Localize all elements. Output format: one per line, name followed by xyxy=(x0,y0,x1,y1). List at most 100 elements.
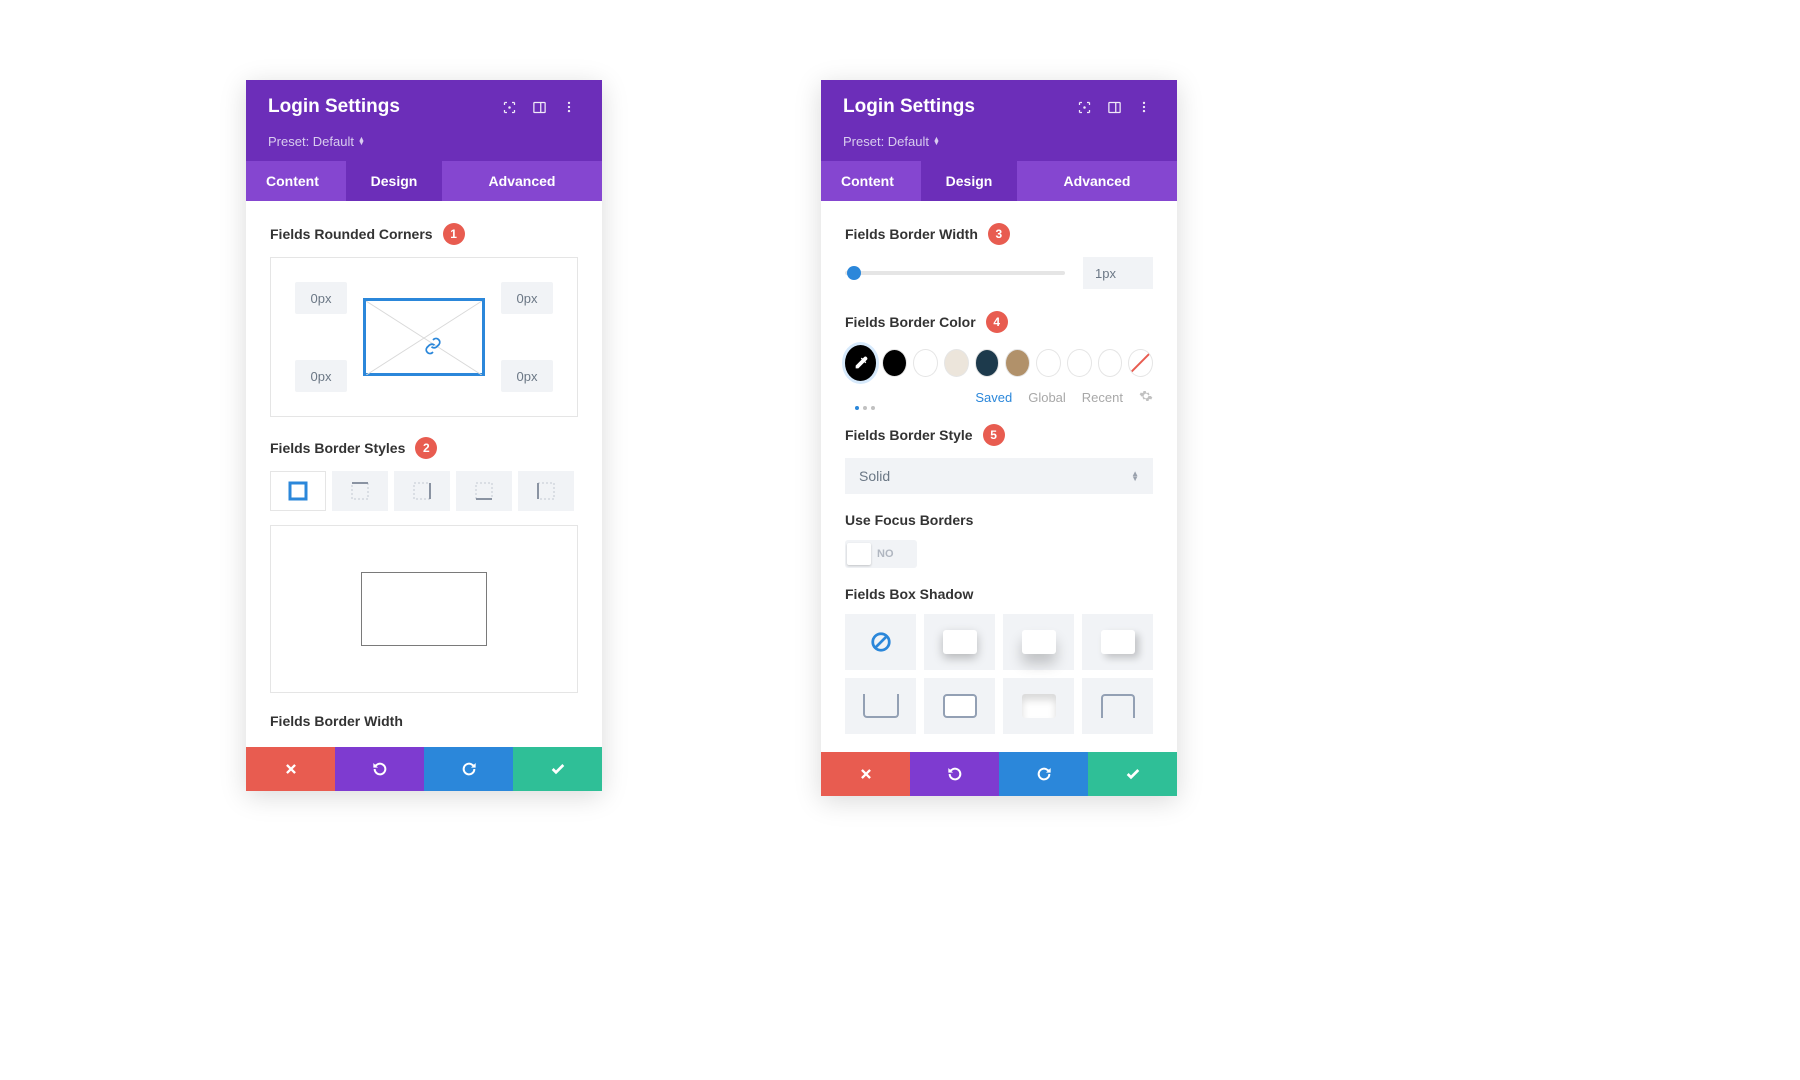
section-rounded-corners: Fields Rounded Corners 1 xyxy=(270,223,578,245)
corner-top-right-input[interactable]: 0px xyxy=(501,282,553,314)
border-style-all[interactable] xyxy=(270,471,326,511)
sidebar-icon[interactable] xyxy=(526,94,552,120)
tab-content[interactable]: Content xyxy=(246,161,346,201)
focus-borders-toggle[interactable]: NO xyxy=(845,540,917,568)
palette-tab-recent[interactable]: Recent xyxy=(1082,390,1123,405)
panel-footer xyxy=(246,747,602,791)
cancel-button[interactable] xyxy=(246,747,335,791)
color-palette-tabs: Saved Global Recent xyxy=(975,389,1153,406)
border-width-input[interactable]: 1px xyxy=(1083,257,1153,289)
border-width-control: 1px xyxy=(845,257,1153,289)
shadow-option-none[interactable] xyxy=(845,614,916,670)
preset-selector[interactable]: Preset: Default ▲▼ xyxy=(246,134,602,161)
save-button[interactable] xyxy=(1088,752,1177,796)
more-icon[interactable] xyxy=(556,94,582,120)
redo-button[interactable] xyxy=(424,747,513,791)
label-text: Fields Rounded Corners xyxy=(270,226,433,242)
section-border-style: Fields Border Style 5 xyxy=(845,424,1153,446)
tabs: Content Design Advanced xyxy=(246,161,602,201)
color-swatch[interactable] xyxy=(1005,349,1030,377)
border-style-left[interactable] xyxy=(518,471,574,511)
corner-bottom-right-input[interactable]: 0px xyxy=(501,360,553,392)
section-box-shadow: Fields Box Shadow xyxy=(845,586,1153,602)
toggle-label: NO xyxy=(877,548,894,560)
slider-thumb[interactable] xyxy=(847,266,861,280)
select-value: Solid xyxy=(859,468,890,484)
login-settings-panel-left: Login Settings Preset: Default ▲▼ Conten… xyxy=(246,80,602,791)
redo-button[interactable] xyxy=(999,752,1088,796)
palette-settings-icon[interactable] xyxy=(1139,389,1153,406)
header-icons xyxy=(1071,94,1157,120)
callout-5: 5 xyxy=(983,424,1005,446)
label-text: Fields Border Styles xyxy=(270,440,405,456)
border-style-top[interactable] xyxy=(332,471,388,511)
tab-advanced[interactable]: Advanced xyxy=(1017,161,1177,201)
undo-button[interactable] xyxy=(910,752,999,796)
expand-icon[interactable] xyxy=(1071,94,1097,120)
shadow-option[interactable] xyxy=(1003,678,1074,734)
select-caret-icon: ▲▼ xyxy=(1131,471,1139,481)
preset-label: Preset: Default xyxy=(843,134,929,149)
color-palette-footer: Saved Global Recent xyxy=(845,389,1153,424)
shadow-option[interactable] xyxy=(845,678,916,734)
save-button[interactable] xyxy=(513,747,602,791)
tab-content[interactable]: Content xyxy=(821,161,921,201)
border-width-slider[interactable] xyxy=(845,271,1065,275)
corner-preview xyxy=(363,298,485,376)
shadow-option[interactable] xyxy=(1082,614,1153,670)
tab-advanced[interactable]: Advanced xyxy=(442,161,602,201)
color-swatch[interactable] xyxy=(882,349,907,377)
expand-icon[interactable] xyxy=(496,94,522,120)
border-style-right[interactable] xyxy=(394,471,450,511)
color-swatch-transparent[interactable] xyxy=(1128,349,1153,377)
callout-3: 3 xyxy=(988,223,1010,245)
sidebar-icon[interactable] xyxy=(1101,94,1127,120)
border-preview-rect xyxy=(361,572,487,646)
shadow-option[interactable] xyxy=(1003,614,1074,670)
color-swatch[interactable] xyxy=(1067,349,1092,377)
label-text: Use Focus Borders xyxy=(845,512,973,528)
palette-tab-saved[interactable]: Saved xyxy=(975,390,1012,405)
color-swatch[interactable] xyxy=(1098,349,1123,377)
callout-1: 1 xyxy=(443,223,465,245)
color-swatches xyxy=(845,345,1153,381)
login-settings-panel-right: Login Settings Preset: Default ▲▼ Conten… xyxy=(821,80,1177,796)
undo-button[interactable] xyxy=(335,747,424,791)
label-text: Fields Box Shadow xyxy=(845,586,973,602)
palette-paging-dots[interactable] xyxy=(855,406,875,410)
header-icons xyxy=(496,94,582,120)
panel-body: Fields Border Width 3 1px Fields Border … xyxy=(821,201,1177,752)
preset-caret-icon: ▲▼ xyxy=(933,138,940,146)
panel-title: Login Settings xyxy=(268,96,486,118)
callout-4: 4 xyxy=(986,311,1008,333)
color-swatch[interactable] xyxy=(975,349,1000,377)
panel-header: Login Settings xyxy=(821,80,1177,134)
callout-2: 2 xyxy=(415,437,437,459)
more-icon[interactable] xyxy=(1131,94,1157,120)
toggle-knob xyxy=(847,543,871,565)
border-style-select[interactable]: Solid ▲▼ xyxy=(845,458,1153,494)
palette-tab-global[interactable]: Global xyxy=(1028,390,1066,405)
color-swatch[interactable] xyxy=(1036,349,1061,377)
tab-design[interactable]: Design xyxy=(921,161,1017,201)
preset-label: Preset: Default xyxy=(268,134,354,149)
eyedropper-swatch[interactable] xyxy=(845,345,876,381)
tab-design[interactable]: Design xyxy=(346,161,442,201)
section-border-width: Fields Border Width xyxy=(270,713,578,729)
label-text: Fields Border Style xyxy=(845,427,973,443)
section-border-color: Fields Border Color 4 xyxy=(845,311,1153,333)
panel-header: Login Settings xyxy=(246,80,602,134)
section-focus-borders: Use Focus Borders xyxy=(845,512,1153,528)
shadow-option[interactable] xyxy=(1082,678,1153,734)
preset-selector[interactable]: Preset: Default ▲▼ xyxy=(821,134,1177,161)
label-text: Fields Border Width xyxy=(845,226,978,242)
shadow-option[interactable] xyxy=(924,614,995,670)
corner-top-left-input[interactable]: 0px xyxy=(295,282,347,314)
corner-bottom-left-input[interactable]: 0px xyxy=(295,360,347,392)
cancel-button[interactable] xyxy=(821,752,910,796)
border-style-bottom[interactable] xyxy=(456,471,512,511)
color-swatch[interactable] xyxy=(913,349,938,377)
section-border-styles: Fields Border Styles 2 xyxy=(270,437,578,459)
shadow-option[interactable] xyxy=(924,678,995,734)
color-swatch[interactable] xyxy=(944,349,969,377)
